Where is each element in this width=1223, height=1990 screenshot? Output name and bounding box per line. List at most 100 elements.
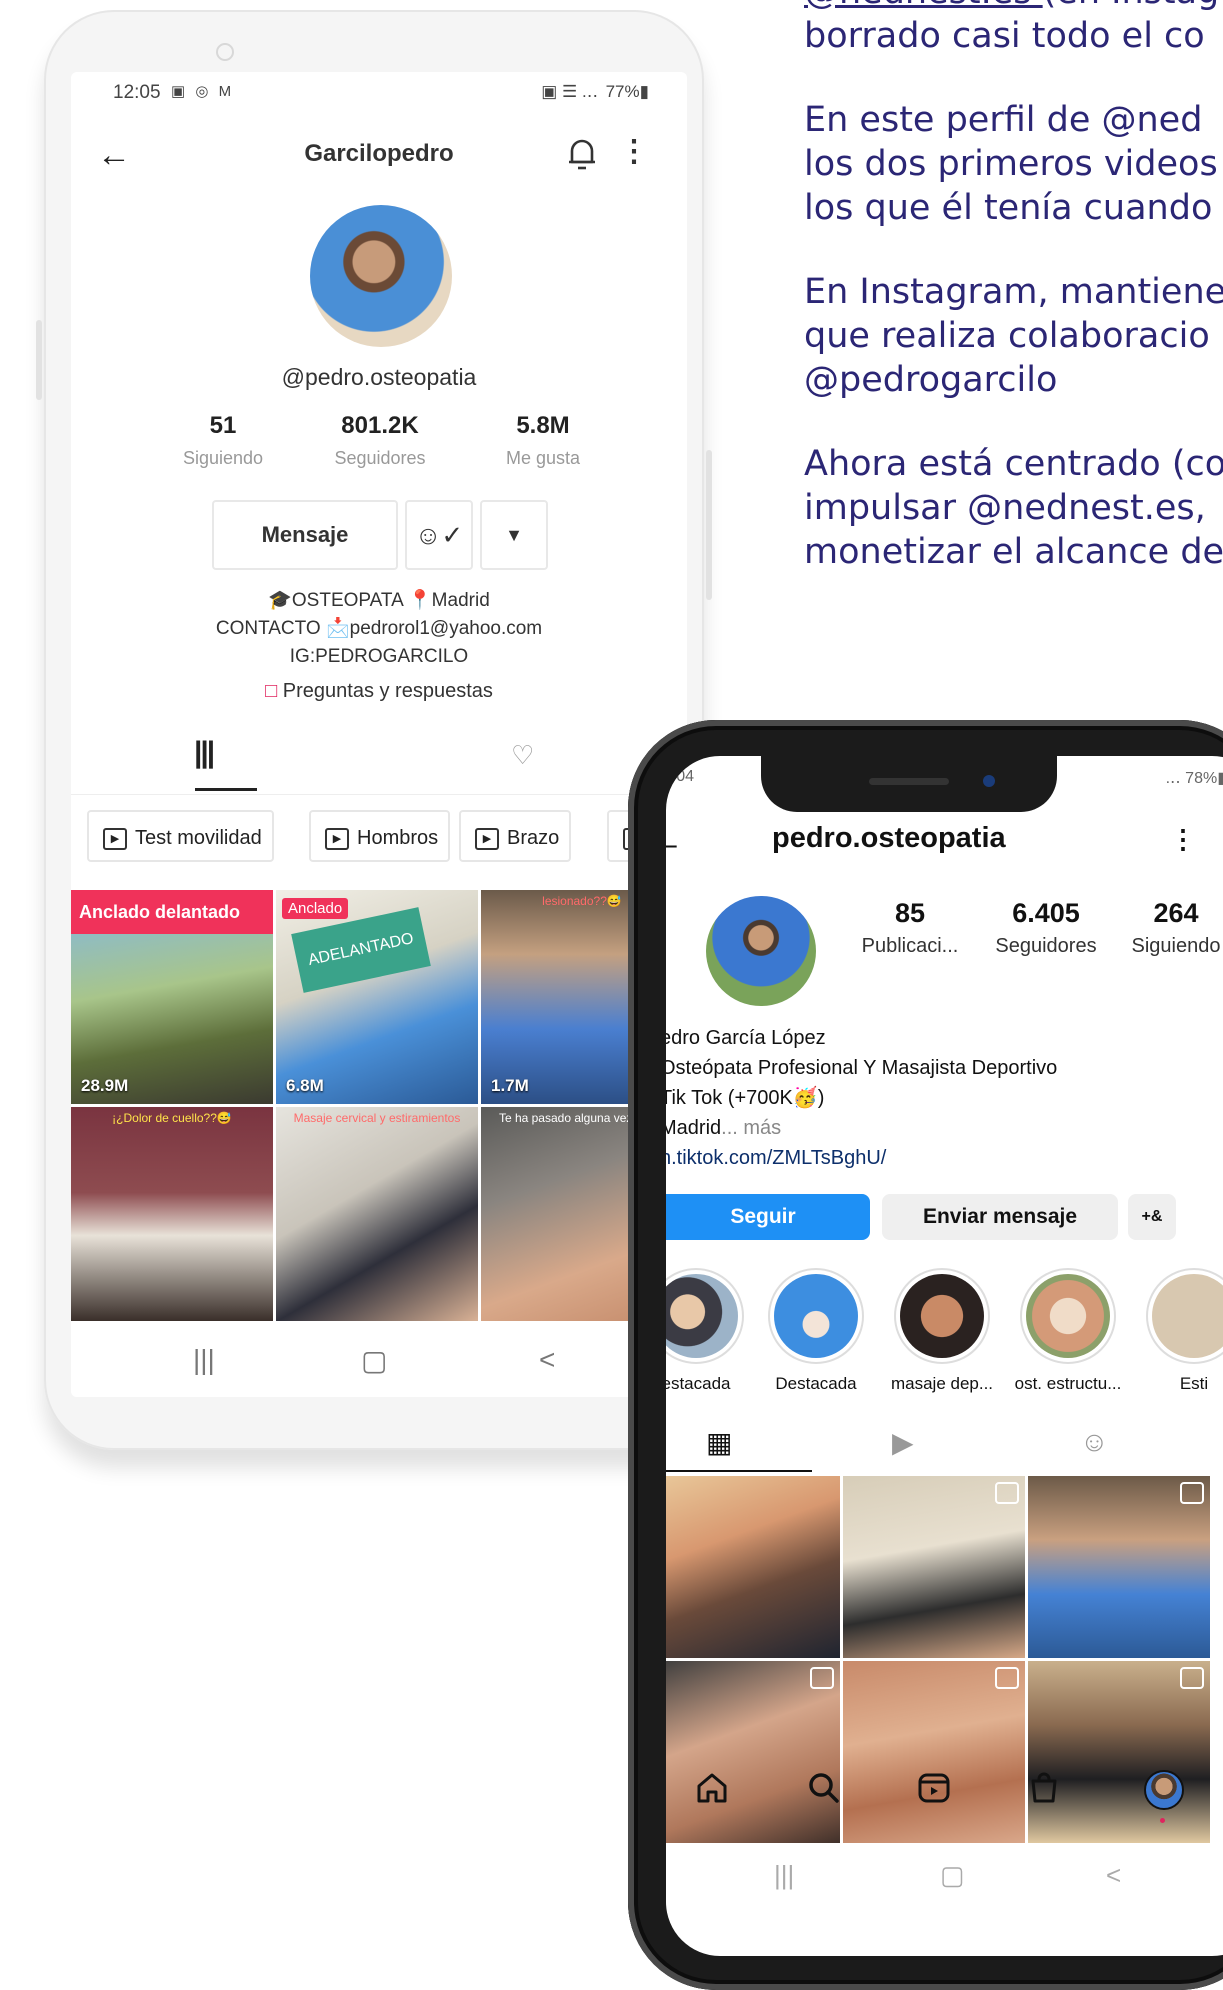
bell-icon[interactable]: [565, 134, 599, 174]
avatar: [310, 205, 452, 347]
profile-username: pedro.osteopatia: [772, 822, 1006, 854]
highlight[interactable]: Esti: [1134, 1268, 1223, 1394]
follow-button[interactable]: Seguir: [666, 1194, 870, 1240]
profile-avatar-icon[interactable]: [1144, 1770, 1184, 1810]
battery-status: ▣ ☰ .‥ 77%▮: [541, 82, 649, 101]
power-button: [706, 450, 712, 600]
playlist-row: ▶Test movilidad ▶Hombros ▶Brazo ▶Do: [71, 810, 687, 864]
shop-icon[interactable]: [1026, 1770, 1062, 1806]
reel-icon: [995, 1482, 1019, 1504]
video-thumbnail[interactable]: Masaje cervical y estiramientos: [276, 1107, 478, 1321]
back-icon[interactable]: <: [1106, 1860, 1121, 1891]
stat-followers[interactable]: 801.2K Seguidores: [310, 412, 450, 469]
video-thumbnail[interactable]: Anclado ADELANTADO 6.8M: [276, 890, 478, 1104]
reel-icon: [995, 1667, 1019, 1689]
notification-icons: ▣ ◎ M: [171, 83, 235, 100]
highlight[interactable]: estacada: [666, 1268, 756, 1394]
stat-following[interactable]: 51 Siguiendo: [153, 412, 293, 469]
more-options-icon[interactable]: ⋮: [619, 134, 649, 169]
stat-posts: 85 Publicaci...: [861, 898, 959, 957]
video-thumbnail[interactable]: Anclado delantado 28.9M: [71, 890, 273, 1104]
home-icon[interactable]: ▢: [361, 1344, 387, 1377]
profile-tabs: ||| ♡: [71, 734, 687, 795]
article-line: monetizar el alcance de: [804, 532, 1223, 572]
post-thumbnail[interactable]: [1028, 1476, 1210, 1658]
profile-handle: @pedro.osteopatia: [281, 364, 477, 390]
highlight[interactable]: masaje dep...: [882, 1268, 1002, 1394]
tiktok-phone-mockup: 12:05 ▣ ◎ M ▣ ☰ .‥ 77%▮ ← Garcilopedro ⋮…: [36, 10, 712, 1450]
send-message-button[interactable]: Enviar mensaje: [882, 1194, 1118, 1240]
playlist-chip[interactable]: ▶ Hombros: [309, 810, 451, 862]
article-line: impulsar @nednest.es,: [804, 488, 1206, 528]
playlist-icon: ▶: [475, 827, 499, 850]
following-button[interactable]: ☺✓: [405, 500, 473, 570]
liked-hidden-icon[interactable]: ♡: [511, 740, 534, 771]
paragraph-3: En Instagram, mantiene que realiza colab…: [804, 270, 1223, 402]
qa-icon: □: [265, 680, 278, 702]
back-icon[interactable]: –: [666, 828, 677, 862]
suggested-users-button[interactable]: +&: [1128, 1194, 1176, 1240]
recents-icon[interactable]: |||: [774, 1860, 794, 1891]
search-icon[interactable]: [806, 1770, 842, 1806]
avatar[interactable]: [706, 896, 816, 1006]
article-line: @pedrogarcilo: [804, 360, 1058, 400]
reels-icon[interactable]: [916, 1770, 952, 1806]
more-link[interactable]: ... más: [721, 1117, 781, 1139]
reels-icon[interactable]: ▶: [892, 1426, 914, 1459]
home-icon[interactable]: [694, 1770, 730, 1806]
caret-down-icon: ▼: [505, 525, 523, 545]
status-time: 12:04: [666, 768, 695, 785]
battery-status: .‥ 78%▮: [1165, 770, 1223, 787]
message-button[interactable]: Mensaje: [212, 500, 398, 570]
article-line: @nednest.es (en Instag: [804, 0, 1223, 14]
highlight[interactable]: ost. estructu...: [1008, 1268, 1128, 1394]
playlist-chip[interactable]: ▶ Test movilidad: [87, 810, 274, 862]
post-thumbnail[interactable]: [843, 1476, 1025, 1658]
post-thumbnail[interactable]: [666, 1476, 840, 1658]
bio-line: IG:PEDROGARCILO: [289, 646, 469, 667]
tagged-icon[interactable]: ☺: [1080, 1426, 1109, 1458]
highlight[interactable]: Destacada: [756, 1268, 876, 1394]
android-nav-bar: ||| ▢ <: [71, 1330, 687, 1397]
bio-name: edro García López: [666, 1027, 826, 1049]
nednest-link[interactable]: @nednest.es: [804, 0, 1043, 12]
status-time: 12:05: [113, 82, 161, 103]
article-line: borrado casi todo el co: [804, 16, 1205, 56]
playlist-icon: ▶: [325, 827, 349, 850]
stat-followers[interactable]: 6.405 Seguidores: [982, 898, 1110, 958]
grid-icon[interactable]: ▦: [706, 1426, 732, 1459]
bio-line: Tik Tok (+700K🥳): [666, 1087, 825, 1109]
paragraph-1: @nednest.es (en Instag borrado casi todo…: [804, 0, 1223, 58]
qa-link[interactable]: □ Preguntas y respuestas: [71, 680, 687, 703]
article-line: En este perfil de @ned: [804, 100, 1203, 140]
home-button-icon[interactable]: ▢: [940, 1860, 965, 1891]
bio-line: Madrid... más: [666, 1117, 782, 1139]
notification-dot: [1160, 1818, 1165, 1823]
speaker: [869, 778, 949, 785]
article-line: En Instagram, mantiene: [804, 272, 1223, 312]
front-camera: [983, 775, 995, 787]
instagram-screen: 12:04 .‥ 78%▮ – pedro.osteopatia ⋮ 85 Pu…: [666, 756, 1223, 1956]
reel-icon: [810, 1667, 834, 1689]
profile-tabs: ▦ ▶ ☺: [666, 1416, 1223, 1474]
playlist-chip[interactable]: ▶ Brazo: [459, 810, 572, 862]
volume-button: [36, 320, 42, 400]
article-text: @nednest.es (en Instag borrado casi todo…: [804, 0, 1223, 614]
back-icon[interactable]: <: [539, 1344, 555, 1376]
profile-header: ← Garcilopedro ⋮: [71, 132, 687, 182]
stat-following[interactable]: 264 Siguiendo: [1112, 898, 1223, 958]
recents-icon[interactable]: |||: [193, 1344, 215, 1376]
video-thumbnail[interactable]: ¡¿Dolor de cuello??😅: [71, 1107, 273, 1321]
suggestions-dropdown-button[interactable]: ▼: [480, 500, 548, 570]
bio: edro García López Osteópata Profesional …: [666, 1023, 1057, 1173]
article-line: que realiza colaboracio: [804, 316, 1210, 356]
article-line: los dos primeros videos: [804, 144, 1218, 184]
overlay-text: ADELANTADO: [291, 907, 431, 993]
front-camera: [216, 43, 234, 61]
bio-link[interactable]: n.tiktok.com/ZMLTsBghU/: [666, 1143, 1057, 1173]
playlist-icon: ▶: [103, 827, 127, 850]
status-bar: 12:05 ▣ ◎ M ▣ ☰ .‥ 77%▮: [71, 72, 687, 114]
videos-tab-icon[interactable]: |||: [194, 736, 215, 770]
more-options-icon[interactable]: ⋮: [1170, 824, 1196, 855]
tiktok-screen: 12:05 ▣ ◎ M ▣ ☰ .‥ 77%▮ ← Garcilopedro ⋮…: [71, 72, 687, 1397]
